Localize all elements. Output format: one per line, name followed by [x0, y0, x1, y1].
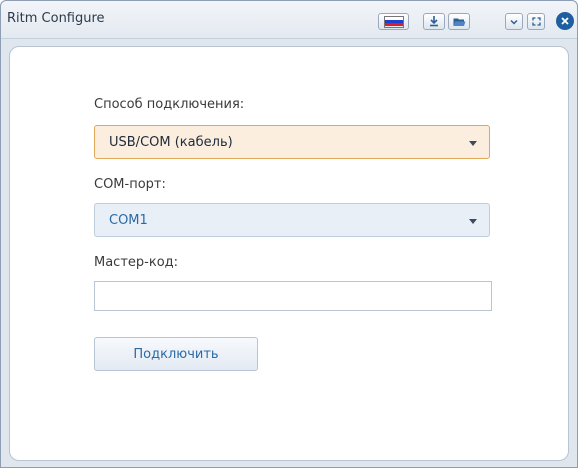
- app-window: Ritm Configure Способ подключения: USB/C…: [0, 0, 578, 468]
- download-icon: [430, 16, 438, 27]
- connection-method-value: USB/COM (кабель): [109, 135, 233, 150]
- connect-button[interactable]: Подключить: [94, 337, 258, 371]
- folder-icon: [453, 18, 465, 26]
- close-icon: [561, 17, 569, 25]
- content-panel: [9, 46, 569, 461]
- com-port-select[interactable]: COM1: [94, 203, 490, 237]
- connection-method-select[interactable]: USB/COM (кабель): [94, 125, 490, 159]
- com-port-label: COM-порт:: [94, 177, 166, 192]
- download-button[interactable]: [423, 13, 445, 30]
- open-folder-button[interactable]: [448, 13, 470, 30]
- master-code-label: Мастер-код:: [94, 255, 179, 270]
- language-button[interactable]: [378, 13, 409, 30]
- minimize-button[interactable]: [505, 13, 523, 30]
- connection-method-label: Способ подключения:: [94, 97, 245, 112]
- title-bar[interactable]: Ritm Configure: [1, 1, 577, 39]
- caret-down-icon: [469, 219, 477, 224]
- com-port-value: COM1: [109, 213, 148, 228]
- master-code-input[interactable]: [94, 281, 492, 311]
- flag-ru-icon: [383, 15, 404, 28]
- close-button[interactable]: [556, 12, 574, 30]
- chevron-down-icon: [510, 19, 518, 25]
- window-title: Ritm Configure: [7, 11, 105, 26]
- expand-icon: [531, 17, 541, 26]
- caret-down-icon: [469, 141, 477, 146]
- maximize-button[interactable]: [527, 13, 545, 30]
